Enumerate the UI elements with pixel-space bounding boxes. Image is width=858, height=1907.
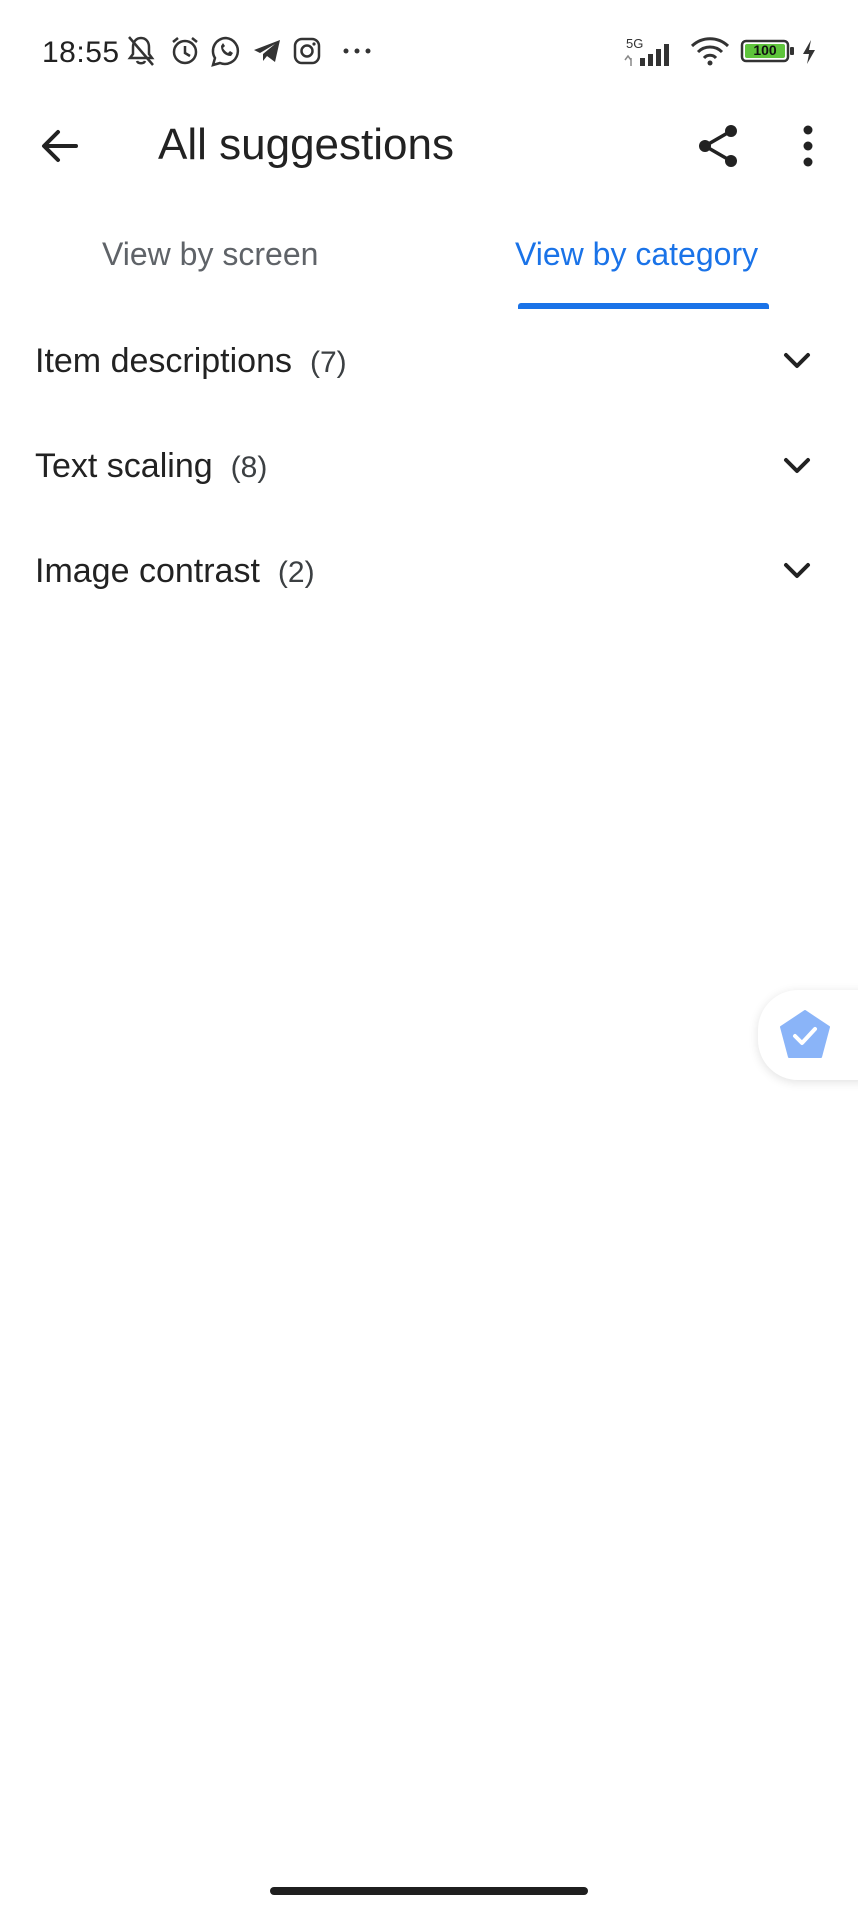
category-count: (7) <box>310 345 347 379</box>
status-bar: 18:55 5G 100 <box>0 0 858 100</box>
arrow-back-icon <box>42 130 78 162</box>
tab-selected-indicator <box>518 303 769 309</box>
category-name: Item descriptions <box>35 341 292 380</box>
category-name: Image contrast <box>35 551 260 590</box>
scanner-check-icon <box>772 1002 838 1068</box>
category-label: Item descriptions (7) <box>35 342 347 381</box>
telegram-icon <box>250 34 284 73</box>
more-vert-icon <box>803 125 813 167</box>
chevron-down-icon[interactable] <box>780 344 814 378</box>
category-name: Text scaling <box>35 446 213 485</box>
whatsapp-icon <box>209 34 243 73</box>
category-row-image-contrast[interactable]: Image contrast (2) <box>0 521 858 621</box>
chevron-down-icon[interactable] <box>780 554 814 588</box>
share-icon <box>699 125 737 167</box>
category-label: Image contrast (2) <box>35 552 315 591</box>
home-indicator[interactable] <box>270 1887 588 1895</box>
category-row-item-descriptions[interactable]: Item descriptions (7) <box>0 311 858 411</box>
category-count: (2) <box>277 555 315 589</box>
page-title: All suggestions <box>158 120 454 169</box>
signal-icon <box>622 40 678 73</box>
category-label: Text scaling (8) <box>35 447 267 486</box>
battery-level: 100 <box>753 42 777 58</box>
charging-icon <box>800 38 818 71</box>
status-time: 18:55 <box>42 36 120 69</box>
alarm-icon <box>168 34 202 73</box>
back-button[interactable] <box>32 118 88 174</box>
tab-bar: View by screen View by category <box>0 220 858 310</box>
instagram-icon <box>290 34 324 73</box>
more-dots-icon <box>340 34 374 73</box>
wifi-icon <box>688 34 732 73</box>
category-row-text-scaling[interactable]: Text scaling (8) <box>0 416 858 516</box>
tab-view-by-category[interactable]: View by category <box>515 236 758 273</box>
app-bar: All suggestions <box>0 100 858 190</box>
share-button[interactable] <box>688 116 748 176</box>
tab-view-by-screen[interactable]: View by screen <box>102 236 318 273</box>
category-count: (8) <box>230 450 268 484</box>
more-options-button[interactable] <box>780 116 836 176</box>
chevron-down-icon[interactable] <box>780 449 814 483</box>
accessibility-scanner-fab[interactable] <box>758 990 858 1080</box>
mute-icon <box>123 34 159 73</box>
